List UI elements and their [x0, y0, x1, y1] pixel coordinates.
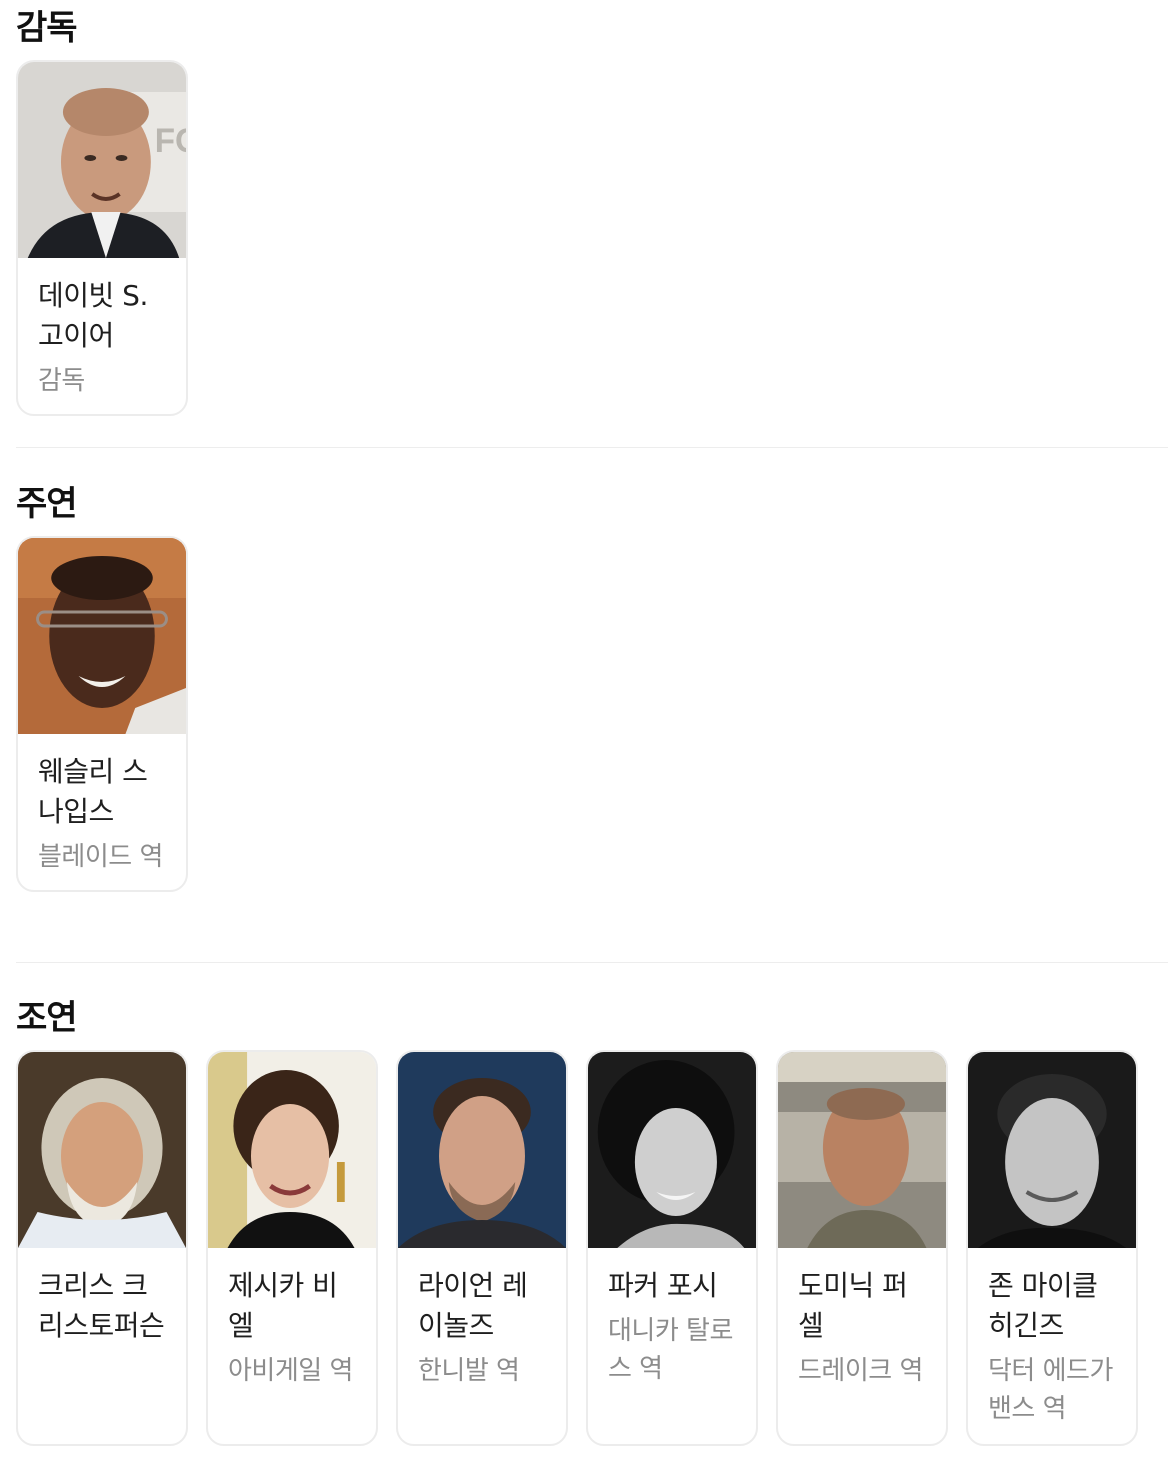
person-card[interactable]: 도미닉 퍼셀 드레이크 역 [776, 1050, 948, 1446]
person-card[interactable]: 웨슬리 스나입스 블레이드 역 [16, 536, 188, 892]
person-name: 도미닉 퍼셀 [798, 1269, 908, 1342]
person-role: 블레이드 역 [38, 842, 163, 872]
svg-text:FO: FO [155, 123, 186, 160]
section-director: 감독 FO 데이빗 S. 고이어 감독 [16, 8, 1168, 416]
person-photo [208, 1052, 376, 1248]
person-name: 라이언 레이놀즈 [418, 1269, 528, 1342]
section-lead: 주연 웨슬리 스나입스 블레이드 역 [16, 484, 1168, 892]
person-name: 제시카 비엘 [228, 1269, 338, 1342]
person-name: 크리스 크리스토퍼슨 [38, 1269, 165, 1342]
person-photo: FO [18, 62, 186, 258]
card-list: FO 데이빗 S. 고이어 감독 [16, 60, 1168, 416]
card-list: 크리스 크리스토퍼슨 제시카 비엘 아비게일 역 라이언 레이놀즈 한니발 역 … [16, 1050, 1168, 1446]
person-role: 드레이크 역 [798, 1356, 923, 1386]
card-body: 제시카 비엘 아비게일 역 [208, 1248, 376, 1404]
person-photo [778, 1052, 946, 1248]
person-photo [18, 1052, 186, 1248]
card-body: 데이빗 S. 고이어 감독 [18, 258, 186, 414]
card-body: 크리스 크리스토퍼슨 [18, 1248, 186, 1360]
person-role: 한니발 역 [418, 1356, 520, 1386]
section-divider [16, 962, 1168, 963]
person-card[interactable]: 존 마이클 히긴즈 닥터 에드가 밴스 역 [966, 1050, 1138, 1446]
card-body: 도미닉 퍼셀 드레이크 역 [778, 1248, 946, 1404]
card-list: 웨슬리 스나입스 블레이드 역 [16, 536, 1168, 892]
person-role: 감독 [38, 366, 85, 396]
person-card[interactable]: FO 데이빗 S. 고이어 감독 [16, 60, 188, 416]
person-card[interactable]: 제시카 비엘 아비게일 역 [206, 1050, 378, 1446]
card-body: 웨슬리 스나입스 블레이드 역 [18, 734, 186, 890]
person-name: 웨슬리 스나입스 [38, 755, 148, 828]
card-body: 라이언 레이놀즈 한니발 역 [398, 1248, 566, 1404]
person-photo [588, 1052, 756, 1248]
section-divider [16, 447, 1168, 448]
card-body: 존 마이클 히긴즈 닥터 에드가 밴스 역 [968, 1248, 1136, 1442]
person-card[interactable]: 라이언 레이놀즈 한니발 역 [396, 1050, 568, 1446]
person-name: 데이빗 S. 고이어 [38, 279, 148, 352]
section-title: 감독 [16, 8, 78, 48]
section-supporting: 조연 크리스 크리스토퍼슨 제시카 비엘 아비게일 역 라이언 레이놀즈 한니발… [16, 998, 1168, 1446]
person-photo [18, 538, 186, 734]
person-photo [968, 1052, 1136, 1248]
person-photo [398, 1052, 566, 1248]
card-body: 파커 포시 대니카 탈로스 역 [588, 1248, 756, 1402]
person-role: 아비게일 역 [228, 1356, 353, 1386]
section-title: 주연 [16, 484, 78, 524]
person-card[interactable]: 크리스 크리스토퍼슨 [16, 1050, 188, 1446]
person-card[interactable]: 파커 포시 대니카 탈로스 역 [586, 1050, 758, 1446]
person-name: 파커 포시 [608, 1269, 718, 1302]
person-role: 닥터 에드가 밴스 역 [988, 1356, 1113, 1424]
person-role: 대니카 탈로스 역 [608, 1316, 733, 1384]
person-name: 존 마이클 히긴즈 [988, 1269, 1098, 1342]
section-title: 조연 [16, 998, 78, 1038]
